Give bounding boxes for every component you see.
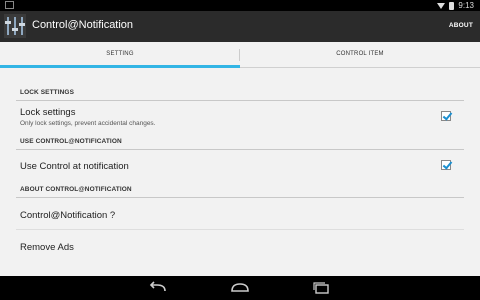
category-divider [16,149,464,150]
category-lock-settings: LOCK SETTINGS [20,89,75,96]
app-title: Control@Notification [32,19,134,31]
battery-icon [449,1,455,10]
remove-ads-item[interactable]: Remove Ads [20,242,74,253]
use-control-title: Use Control at notification [20,161,129,172]
lock-settings-title: Lock settings [20,107,76,118]
recent-apps-icon[interactable] [309,280,333,296]
about-button[interactable]: ABOUT [449,22,473,29]
status-icons: 9:13 [437,0,474,11]
lock-settings-checkbox[interactable] [441,111,451,121]
status-bar: 9:13 [0,0,480,11]
category-divider [16,100,464,101]
category-about: ABOUT CONTROL@NOTIFICATION [20,186,132,193]
wifi-icon [437,2,446,9]
home-icon[interactable] [228,280,252,296]
lock-settings-summary: Only lock settings, prevent accidental c… [20,120,156,127]
navigation-bar [0,276,480,300]
notification-icon [5,1,14,9]
tab-bar: SETTING CONTROL ITEM [0,42,480,68]
row-divider [16,229,464,230]
about-item[interactable]: Control@Notification ? [20,210,115,221]
settings-list: LOCK SETTINGS Lock settings Only lock se… [0,68,480,276]
use-control-checkbox[interactable] [441,160,451,170]
back-icon[interactable] [146,280,170,296]
clock: 9:13 [458,1,474,10]
category-use-control: USE CONTROL@NOTIFICATION [20,138,122,145]
app-icon [4,14,26,38]
action-bar: Control@Notification ABOUT [0,11,480,42]
tab-control-item[interactable]: CONTROL ITEM [240,42,480,68]
category-divider [16,197,464,198]
